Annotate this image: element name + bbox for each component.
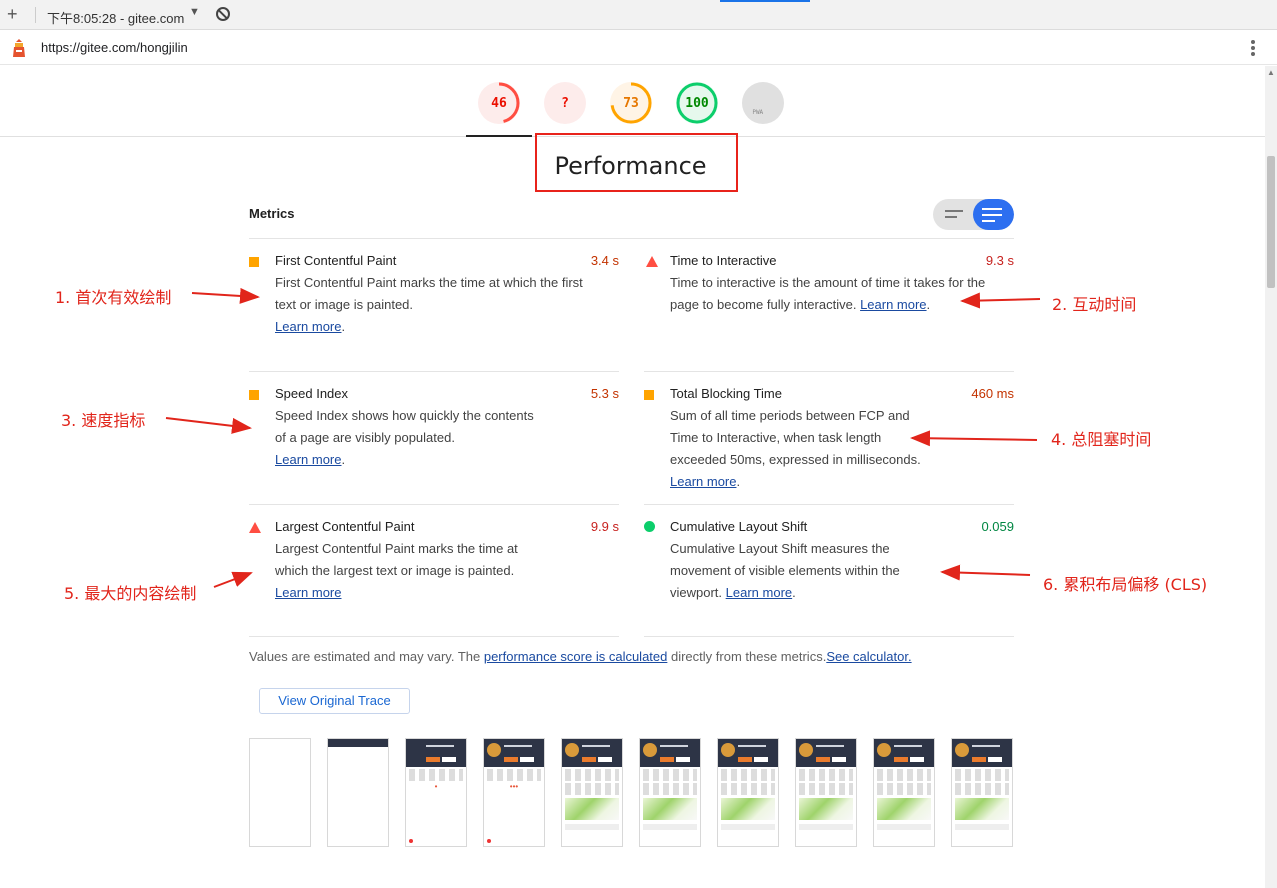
arrow — [213, 571, 253, 588]
annotation-arrows — [165, 287, 1041, 588]
arrow — [910, 430, 1038, 447]
arrow — [960, 292, 1041, 309]
arrow — [191, 287, 260, 304]
arrow — [165, 417, 252, 434]
arrow — [940, 564, 1031, 581]
